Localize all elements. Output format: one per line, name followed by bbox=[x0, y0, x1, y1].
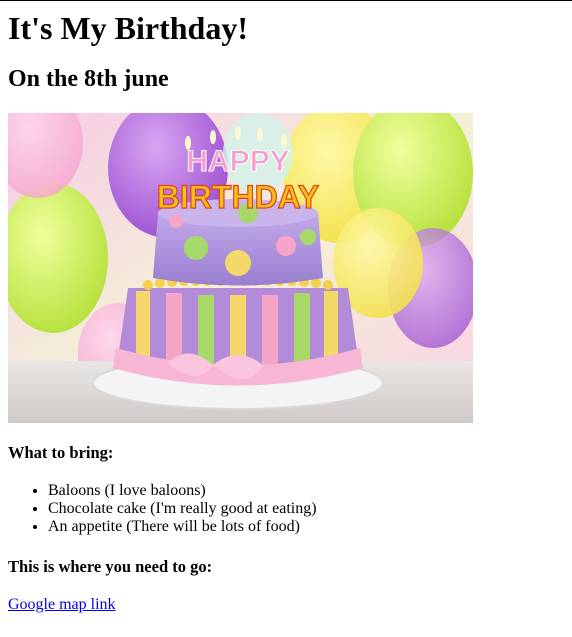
candle-text-top: HAPPY bbox=[186, 145, 289, 178]
bring-heading: What to bring: bbox=[8, 443, 114, 462]
page: It's My Birthday! On the 8th june HAPPY … bbox=[0, 10, 572, 614]
list-item: An appetite (There will be lots of food) bbox=[48, 518, 564, 536]
list-item: Baloons (I love baloons) bbox=[48, 482, 564, 500]
bring-list: Baloons (I love baloons) Chocolate cake … bbox=[8, 482, 564, 536]
google-map-link[interactable]: Google map link bbox=[8, 596, 116, 613]
location-heading: This is where you need to go: bbox=[8, 557, 213, 576]
date-subtitle: On the 8th june bbox=[8, 66, 169, 92]
list-item: Chocolate cake (I'm really good at eatin… bbox=[48, 500, 564, 518]
page-title: It's My Birthday! bbox=[8, 10, 248, 46]
birthday-cake-image: HAPPY BIRTHDAY bbox=[8, 113, 473, 423]
candle-text-bottom: BIRTHDAY bbox=[157, 179, 319, 215]
map-link-paragraph: Google map link bbox=[8, 596, 564, 614]
